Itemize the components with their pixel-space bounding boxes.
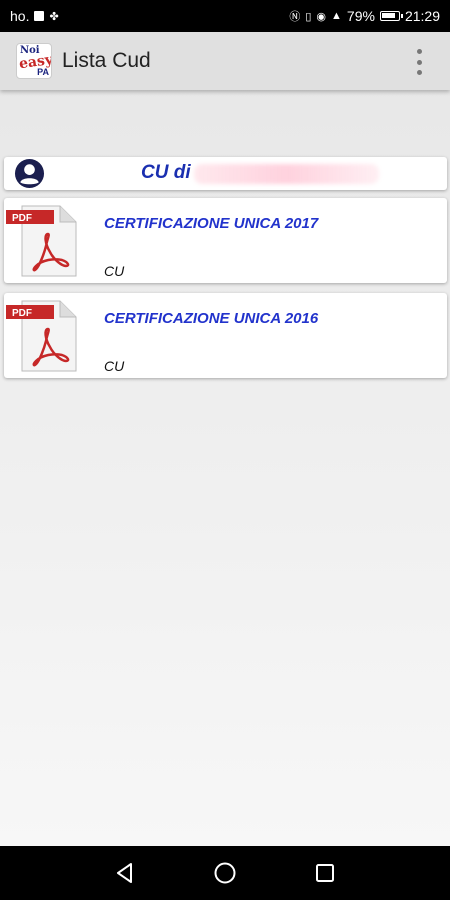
- signal-icon: ▲: [331, 10, 342, 22]
- recents-icon[interactable]: [313, 861, 337, 885]
- header-title: CU di: [141, 162, 191, 183]
- page-title: Lista Cud: [62, 49, 151, 72]
- vibrate-icon: ▯: [305, 10, 312, 23]
- document-type: CU: [104, 263, 125, 279]
- app-notification-icon: ✤: [49, 10, 59, 23]
- overflow-menu-icon[interactable]: [416, 49, 422, 75]
- redacted-name: [194, 164, 379, 184]
- status-left: ho. ✤: [10, 8, 59, 24]
- user-header-card: CU di: [4, 157, 447, 190]
- battery-percent: 79%: [346, 8, 375, 24]
- back-icon[interactable]: [113, 861, 137, 885]
- battery-icon: [379, 11, 403, 21]
- account-circle-icon: [14, 158, 45, 189]
- home-icon[interactable]: [213, 861, 237, 885]
- pdf-badge-text: PDF: [12, 308, 32, 319]
- pdf-badge-text: PDF: [12, 213, 32, 224]
- document-title: CERTIFICAZIONE UNICA 2016: [104, 310, 319, 327]
- document-item[interactable]: PDF CERTIFICAZIONE UNICA 2017 CU: [4, 198, 447, 283]
- pdf-file-icon: PDF: [6, 300, 77, 372]
- logo-text-pa: PA: [37, 67, 49, 77]
- eye-comfort-icon: ◉: [316, 10, 327, 23]
- document-type: CU: [104, 358, 125, 374]
- document-title: CERTIFICAZIONE UNICA 2017: [104, 215, 319, 232]
- pdf-file-icon: PDF: [6, 205, 77, 277]
- app-logo: Noi easy PA: [16, 43, 52, 79]
- facebook-notification-icon: [34, 11, 45, 21]
- app-bar: Noi easy PA Lista Cud: [0, 32, 450, 90]
- system-nav-bar: [0, 846, 450, 900]
- document-item[interactable]: PDF CERTIFICAZIONE UNICA 2016 CU: [4, 293, 447, 378]
- status-bar: ho. ✤ Ⓝ ▯ ◉ ▲ 79% 21:29: [0, 0, 450, 32]
- carrier-text: ho.: [10, 8, 30, 24]
- nfc-icon: Ⓝ: [289, 11, 301, 23]
- status-right: Ⓝ ▯ ◉ ▲ 79% 21:29: [289, 8, 440, 24]
- clock: 21:29: [404, 8, 440, 24]
